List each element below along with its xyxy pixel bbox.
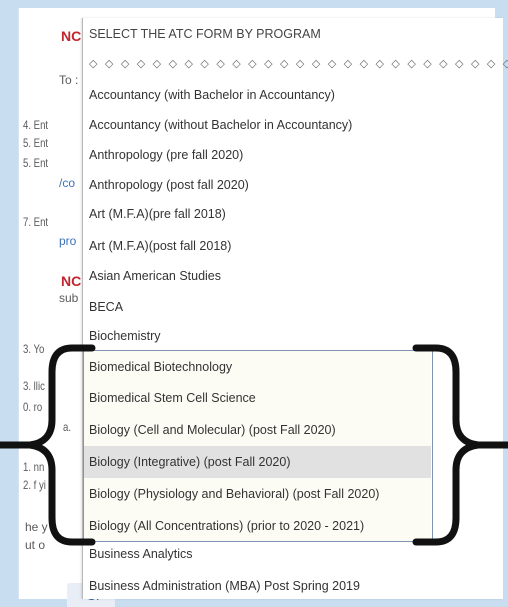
dropdown-option[interactable]: Asian American Studies <box>83 263 503 289</box>
dropdown-option-selected[interactable]: Biology (Integrative) (post Fall 2020) <box>83 446 431 478</box>
dropdown-option[interactable]: Business Administration (MBA) Post Sprin… <box>83 573 503 599</box>
dropdown-option-highlighted[interactable]: Biology (Physiology and Behavioral) (pos… <box>83 478 431 510</box>
dropdown-option[interactable]: Accountancy (without Bachelor in Account… <box>83 112 503 138</box>
left-brace-annotation <box>0 344 96 546</box>
dropdown-option[interactable]: Art (M.F.A)(post fall 2018) <box>83 233 503 259</box>
background-step: 5. Ent <box>23 136 49 150</box>
dropdown-option[interactable]: Anthropology (post fall 2020) <box>83 172 503 198</box>
dropdown-header-option[interactable]: SELECT THE ATC FORM BY PROGRAM <box>83 21 503 47</box>
dropdown-option-highlighted[interactable]: Biology (Cell and Molecular) (post Fall … <box>83 414 431 446</box>
dropdown-divider-option[interactable]: ◇ ◇ ◇ ◇ ◇ ◇ ◇ ◇ ◇ ◇ ◇ ◇ ◇ ◇ ◇ ◇ ◇ ◇ ◇ ◇ … <box>83 51 508 77</box>
dropdown-option[interactable]: Anthropology (pre fall 2020) <box>83 142 503 168</box>
dropdown-option-highlighted[interactable]: Biomedical Stem Cell Science <box>83 383 431 414</box>
dropdown-option-highlighted[interactable]: Biology (All Concentrations) (prior to 2… <box>83 510 431 542</box>
dropdown-option[interactable]: Accountancy (with Bachelor in Accountanc… <box>83 82 503 108</box>
background-step: 4. Ent <box>23 118 49 132</box>
background-text: sub <box>59 291 79 305</box>
background-note-heading: NC <box>61 28 82 44</box>
dropdown-option[interactable]: Art (M.F.A)(pre fall 2018) <box>83 201 503 227</box>
dropdown-option-highlighted[interactable]: Biomedical Biotechnology <box>83 351 431 383</box>
background-step: 7. Ent <box>23 215 49 229</box>
background-text: To : <box>59 73 79 87</box>
background-link[interactable]: /co <box>59 176 75 190</box>
dropdown-option[interactable]: BECA <box>83 294 503 320</box>
background-step: 5. Ent <box>23 156 49 170</box>
background-note-heading: NC <box>61 273 82 289</box>
right-brace-annotation <box>412 344 508 546</box>
background-link[interactable]: pro <box>59 234 76 248</box>
